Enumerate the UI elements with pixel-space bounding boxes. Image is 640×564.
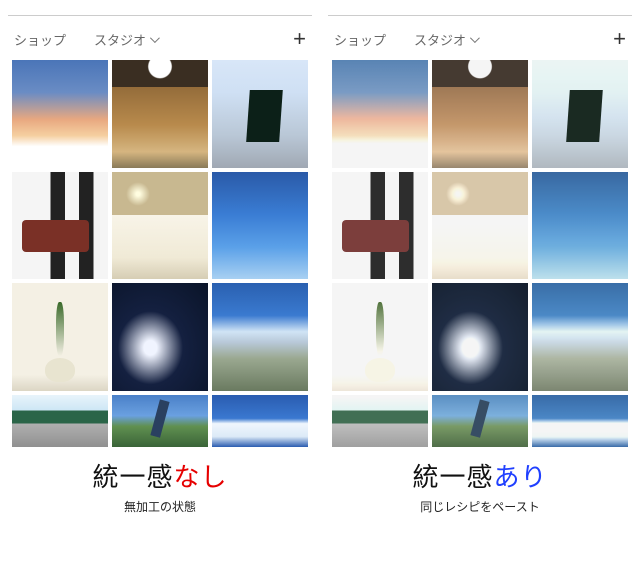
photo-grid-left: [8, 60, 312, 447]
thumb-motorcycle-dash[interactable]: [432, 283, 528, 391]
thumb-crane-sky[interactable]: [112, 395, 208, 448]
pane-left: ショップ スタジオ + 統一感なし 無加工の状態: [8, 8, 312, 556]
tab-bar: ショップ スタジオ +: [328, 28, 632, 60]
thumb-crane-sky[interactable]: [432, 395, 528, 448]
photo-grid-right: [328, 60, 632, 447]
caption-prefix: 統一感: [92, 462, 173, 492]
thumb-potted-plant[interactable]: [332, 283, 428, 391]
tab-shop[interactable]: ショップ: [14, 30, 66, 49]
thumb-blue-sky[interactable]: [532, 172, 628, 280]
caption-prefix: 統一感: [412, 462, 493, 492]
thumb-green-building[interactable]: [12, 395, 108, 448]
thumb-hallway-corridor[interactable]: [432, 60, 528, 168]
thumb-street-blossoms[interactable]: [212, 283, 308, 391]
thumb-motorcycle-dash[interactable]: [112, 283, 208, 391]
pane-right: ショップ スタジオ + 統一感あり 同じレシピをペースト: [328, 8, 632, 556]
thumb-sky-cloud[interactable]: [532, 395, 628, 448]
thumb-blue-sky[interactable]: [212, 172, 308, 280]
thumb-green-building[interactable]: [332, 395, 428, 448]
caption-left: 統一感なし 無加工の状態: [8, 457, 312, 515]
thumb-street-blossoms[interactable]: [532, 283, 628, 391]
add-button[interactable]: +: [293, 28, 306, 50]
chevron-down-icon: [470, 33, 480, 43]
thumb-potted-plant[interactable]: [12, 283, 108, 391]
chevron-down-icon: [150, 33, 160, 43]
thumb-sky-cloud[interactable]: [212, 395, 308, 448]
thumb-hotel-bed[interactable]: [112, 172, 208, 280]
thumb-wooden-desk[interactable]: [332, 172, 428, 280]
caption-subtitle: 無加工の状態: [8, 498, 312, 515]
thumb-sidewalk-signboard[interactable]: [212, 60, 308, 168]
caption-suffix: あり: [494, 462, 548, 492]
caption-title: 統一感なし: [8, 457, 312, 494]
caption-suffix: なし: [174, 462, 228, 492]
add-button[interactable]: +: [613, 28, 626, 50]
thumb-wooden-desk[interactable]: [12, 172, 108, 280]
tab-studio-label: スタジオ: [414, 30, 466, 49]
caption-title: 統一感あり: [328, 457, 632, 494]
thumb-sunset-field[interactable]: [332, 60, 428, 168]
thumb-sidewalk-signboard[interactable]: [532, 60, 628, 168]
tab-studio[interactable]: スタジオ: [414, 30, 477, 49]
tab-shop[interactable]: ショップ: [334, 30, 386, 49]
topbar: [328, 8, 632, 16]
thumb-hotel-bed[interactable]: [432, 172, 528, 280]
caption-subtitle: 同じレシピをペースト: [328, 498, 632, 515]
thumb-sunset-field[interactable]: [12, 60, 108, 168]
tab-studio-label: スタジオ: [94, 30, 146, 49]
tab-bar: ショップ スタジオ +: [8, 28, 312, 60]
tab-studio[interactable]: スタジオ: [94, 30, 157, 49]
thumb-hallway-corridor[interactable]: [112, 60, 208, 168]
caption-right: 統一感あり 同じレシピをペースト: [328, 457, 632, 515]
topbar: [8, 8, 312, 16]
